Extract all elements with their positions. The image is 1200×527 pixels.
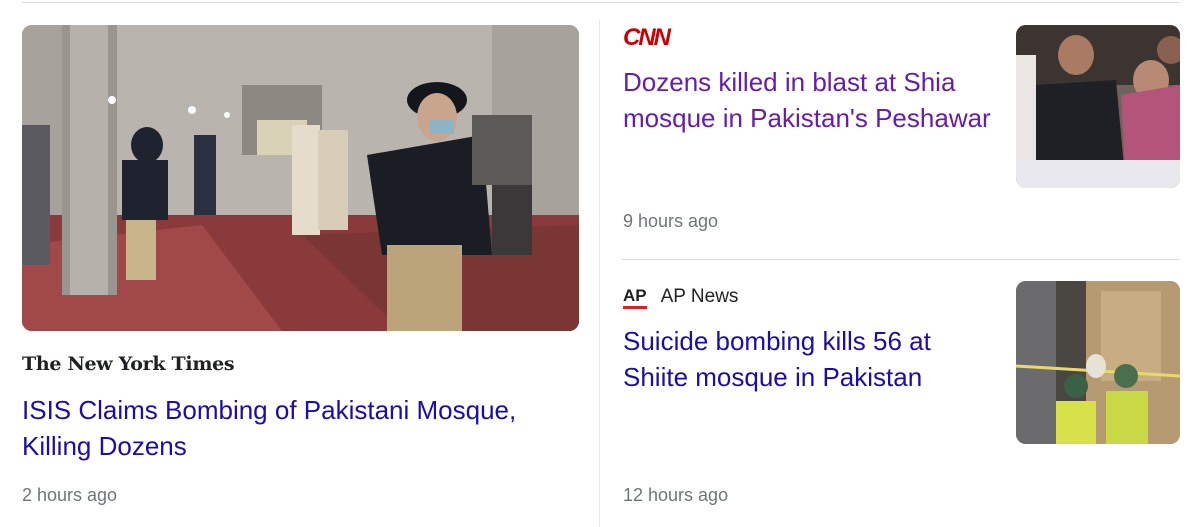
top-story-time: 2 hours ago xyxy=(22,485,118,505)
cnn-logo: CNN xyxy=(623,24,671,51)
source-name: AP News xyxy=(660,286,739,307)
nyt-logo: The New York Times xyxy=(22,353,235,375)
story-headline[interactable]: Suicide bombing kills 56 at Shiite mosqu… xyxy=(623,323,993,395)
story-headline[interactable]: Dozens killed in blast at Shia mosque in… xyxy=(623,64,993,136)
column-divider xyxy=(599,20,600,527)
story-time: 12 hours ago xyxy=(623,485,729,505)
source-row: AP AP News xyxy=(623,281,993,313)
story-thumbnail[interactable] xyxy=(1016,25,1180,188)
source-row: CNN xyxy=(623,22,993,54)
top-story-card[interactable]: The New York Times ISIS Claims Bombing o… xyxy=(22,25,582,464)
hero-news-photo[interactable] xyxy=(22,25,579,331)
story-card-ap[interactable]: AP AP News Suicide bombing kills 56 at S… xyxy=(623,281,1183,444)
story-time: 9 hours ago xyxy=(623,211,719,231)
top-divider xyxy=(22,2,1180,3)
mourners-photo-icon xyxy=(1016,25,1180,188)
story-thumbnail[interactable] xyxy=(1016,281,1180,444)
ap-logo: AP xyxy=(623,286,647,309)
story-card-cnn[interactable]: CNN Dozens killed in blast at Shia mosqu… xyxy=(623,22,1183,188)
top-story-headline[interactable]: ISIS Claims Bombing of Pakistani Mosque,… xyxy=(22,392,582,464)
rescue-workers-photo-icon xyxy=(1016,281,1180,444)
mosque-interior-photo-icon xyxy=(22,25,579,331)
story-divider xyxy=(622,259,1180,260)
